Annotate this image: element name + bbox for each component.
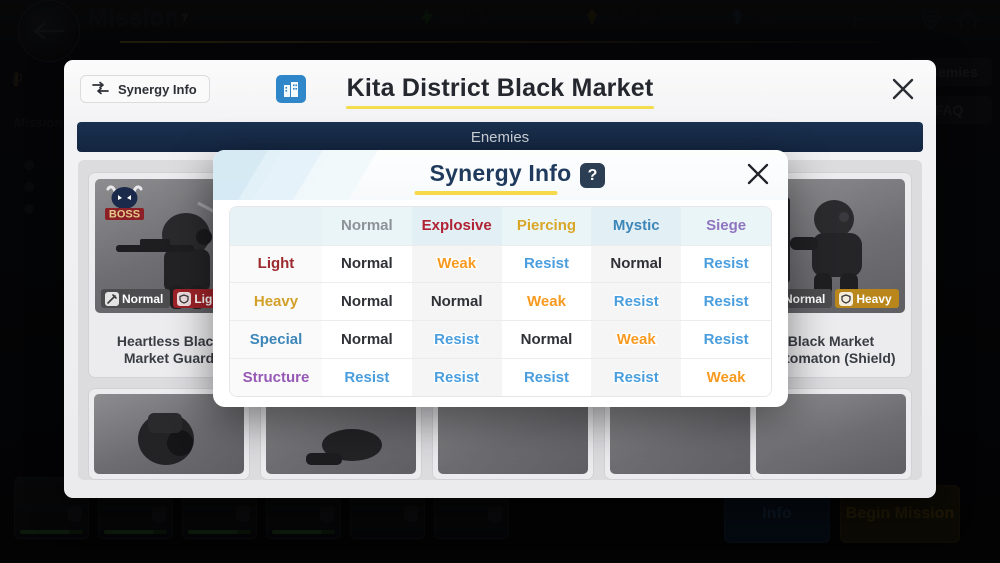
cell-special-normal: Normal [322, 321, 412, 359]
table-row: Light Normal Weak Resist Normal Resist [230, 245, 771, 283]
cell-light-explosive: Weak [412, 245, 502, 283]
cell-heavy-piercing: Weak [502, 283, 592, 321]
table-header-row: Normal Explosive Piercing Mystic Siege [230, 207, 771, 245]
enemy-tag-label: Heavy [856, 292, 891, 306]
shield-icon [177, 292, 191, 306]
cell-structure-siege: Weak [681, 358, 771, 396]
cell-heavy-mystic: Resist [591, 283, 681, 321]
dialog-header: Synergy Info ? [213, 150, 788, 200]
boss-badge: BOSS [101, 183, 155, 223]
cell-heavy-normal: Normal [322, 283, 412, 321]
synergy-table-wrap: Normal Explosive Piercing Mystic Siege L… [229, 206, 772, 397]
enemy-tag-label: Normal [784, 292, 825, 306]
table-corner [230, 207, 322, 245]
table-row: Heavy Normal Normal Weak Resist Resist [230, 283, 771, 321]
cell-heavy-explosive: Normal [412, 283, 502, 321]
cell-light-siege: Resist [681, 245, 771, 283]
table-row: Structure Resist Resist Resist Resist We… [230, 358, 771, 396]
cell-light-mystic: Normal [591, 245, 681, 283]
column-header-normal: Normal [322, 207, 412, 245]
cell-structure-explosive: Resist [412, 358, 502, 396]
title-underline [346, 106, 654, 109]
column-header-explosive: Explosive [412, 207, 502, 245]
dialog-title: Synergy Info [213, 160, 788, 187]
enemy-tag: Normal [101, 289, 170, 308]
row-header-special: Special [230, 321, 322, 359]
column-header-piercing: Piercing [502, 207, 592, 245]
cell-special-piercing: Normal [502, 321, 592, 359]
row-header-light: Light [230, 245, 322, 283]
screen: D Mission Enemies FAQ Info Begin Mission… [0, 0, 1000, 563]
enemies-section-banner: Enemies [77, 122, 923, 152]
cell-special-explosive: Resist [412, 321, 502, 359]
column-header-siege: Siege [681, 207, 771, 245]
close-icon[interactable] [888, 74, 918, 104]
column-header-mystic: Mystic [591, 207, 681, 245]
window-header: Synergy Info Kita District Black Market [64, 60, 936, 118]
cell-special-siege: Resist [681, 321, 771, 359]
close-icon[interactable] [744, 160, 772, 188]
synergy-table: Normal Explosive Piercing Mystic Siege L… [230, 207, 771, 396]
cell-light-piercing: Resist [502, 245, 592, 283]
shield-icon [839, 292, 853, 306]
cell-special-mystic: Weak [591, 321, 681, 359]
cell-structure-normal: Resist [322, 358, 412, 396]
row-header-heavy: Heavy [230, 283, 322, 321]
table-row: Special Normal Resist Normal Weak Resist [230, 321, 771, 359]
cell-heavy-siege: Resist [681, 283, 771, 321]
help-icon[interactable]: ? [580, 163, 605, 188]
enemy-tag-label: Normal [122, 292, 163, 306]
enemy-tag: Heavy [835, 289, 898, 308]
cell-structure-piercing: Resist [502, 358, 592, 396]
enemy-tags: Normal Light [101, 289, 231, 308]
cell-structure-mystic: Resist [591, 358, 681, 396]
weapon-icon [105, 292, 119, 306]
row-header-structure: Structure [230, 358, 322, 396]
window-title: Kita District Black Market [64, 74, 936, 103]
synergy-info-dialog: Synergy Info ? Normal Explosive Piercing… [213, 150, 788, 407]
cell-light-normal: Normal [322, 245, 412, 283]
dialog-title-underline [414, 191, 557, 195]
svg-text:BOSS: BOSS [109, 209, 140, 221]
